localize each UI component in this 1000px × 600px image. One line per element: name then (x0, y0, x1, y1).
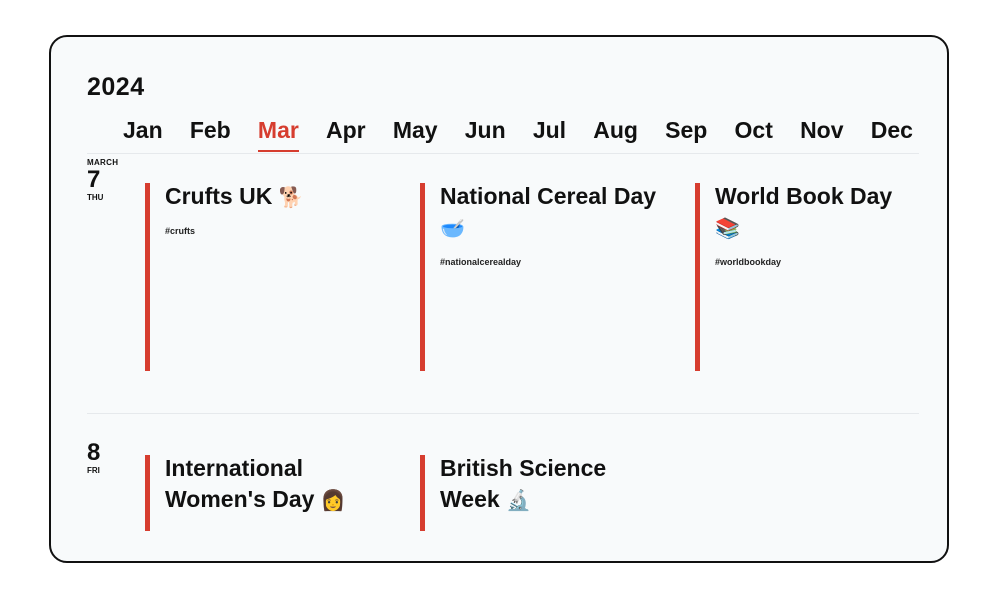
day-number: 8 (87, 439, 101, 466)
event-hashtag[interactable]: #worldbookday (715, 257, 923, 267)
event-hashtag[interactable]: #crufts (165, 226, 375, 236)
books-icon: 📚 (715, 218, 740, 240)
event-hashtag[interactable]: #nationalcerealday (440, 257, 660, 267)
month-tab-apr[interactable]: Apr (326, 117, 366, 152)
month-tabs: Jan Feb Mar Apr May Jun Jul Aug Sep Oct … (123, 117, 913, 153)
month-tabs-divider (87, 153, 919, 154)
event-card-british-science-week[interactable]: British Science Week 🔬 (420, 455, 640, 531)
event-title-text: National Cereal Day (440, 183, 657, 209)
month-tab-nov[interactable]: Nov (800, 117, 843, 152)
day-label-7: MARCH 7 THU (87, 158, 118, 202)
event-title: International Women's Day 👩 (165, 453, 385, 517)
microscope-icon: 🔬 (506, 490, 531, 512)
calendar-card: 2024 Jan Feb Mar Apr May Jun Jul Aug Sep… (49, 35, 949, 563)
event-title: National Cereal Day 🥣 (440, 181, 660, 245)
dog-icon: 🐕 (278, 187, 304, 209)
event-title-text: Crufts UK (165, 183, 273, 209)
month-tab-jun[interactable]: Jun (465, 117, 506, 152)
event-card-world-book-day[interactable]: World Book Day 📚 #worldbookday (695, 183, 923, 371)
month-tab-mar[interactable]: Mar (257, 117, 299, 152)
event-card-international-womens-day[interactable]: International Women's Day 👩 (145, 455, 385, 531)
event-title-text: World Book Day (715, 183, 893, 209)
woman-icon: 👩 (320, 490, 346, 512)
month-tab-may[interactable]: May (393, 117, 438, 152)
event-title: World Book Day 📚 (715, 181, 923, 245)
event-title: British Science Week 🔬 (440, 453, 640, 517)
day-divider (87, 413, 919, 414)
cereal-bowl-icon: 🥣 (440, 218, 465, 240)
event-card-national-cereal-day[interactable]: National Cereal Day 🥣 #nationalcerealday (420, 183, 660, 371)
month-tab-feb[interactable]: Feb (190, 117, 231, 152)
day-weekday: FRI (87, 466, 100, 475)
day-number: 7 (87, 166, 101, 193)
event-title: Crufts UK 🐕 (165, 181, 375, 214)
month-tab-aug[interactable]: Aug (593, 117, 638, 152)
year-heading: 2024 (87, 73, 145, 101)
calendar-content: 2024 Jan Feb Mar Apr May Jun Jul Aug Sep… (87, 73, 919, 531)
event-card-crufts[interactable]: Crufts UK 🐕 #crufts (145, 183, 375, 371)
event-title-text: International Women's Day (165, 455, 315, 512)
month-tab-oct[interactable]: Oct (735, 117, 773, 152)
month-tab-jul[interactable]: Jul (533, 117, 566, 152)
month-tab-jan[interactable]: Jan (123, 117, 163, 152)
month-tab-dec[interactable]: Dec (871, 117, 913, 152)
day-label-8: 8 FRI (87, 439, 101, 476)
month-tab-sep[interactable]: Sep (665, 117, 707, 152)
day-weekday: THU (87, 193, 104, 202)
